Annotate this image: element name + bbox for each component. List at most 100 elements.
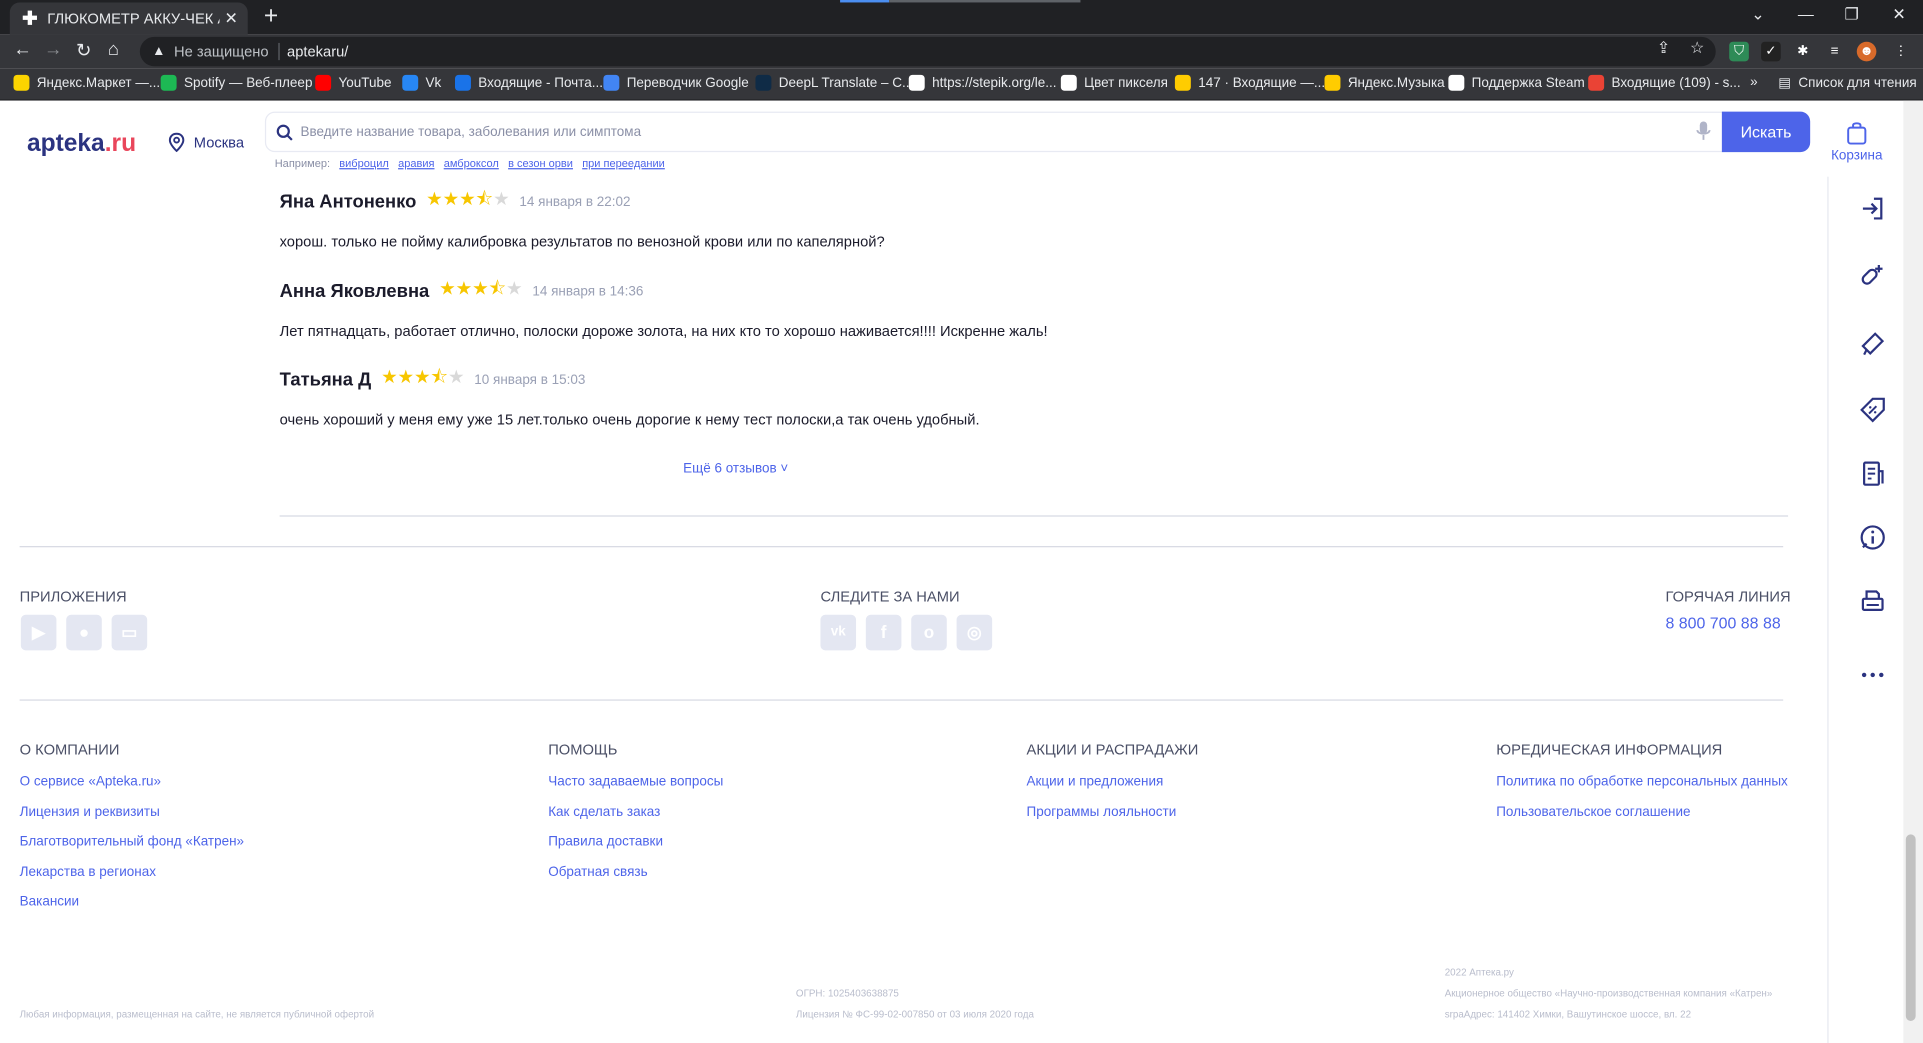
more-reviews-link[interactable]: Ещё 6 отзывов ˅ <box>683 461 788 476</box>
footer-link[interactable]: Лекарства в регионах <box>20 865 156 880</box>
pills-icon[interactable] <box>1858 261 1887 290</box>
bookmark-item[interactable]: DeepL Translate – C... <box>755 74 913 91</box>
example-link[interactable]: в сезон орви <box>508 157 573 169</box>
adblock-shield-icon[interactable]: ⛉ <box>1729 41 1749 62</box>
restore-button[interactable]: ❐ <box>1845 5 1859 25</box>
bookmark-favicon-icon <box>160 74 177 91</box>
scrollbar-thumb[interactable] <box>1905 834 1916 1021</box>
browser-menu-icon[interactable]: ⋮ <box>1891 42 1911 62</box>
bookmark-item[interactable]: YouTube <box>315 74 392 91</box>
profile-avatar[interactable]: ☻ <box>1856 41 1877 62</box>
bookmark-label: Spotify — Веб-плеер <box>183 75 313 91</box>
login-icon[interactable] <box>1858 194 1887 223</box>
apple-icon[interactable]: ● <box>66 614 102 651</box>
site-logo[interactable]: apteka.ru <box>27 130 136 158</box>
footer-link[interactable]: Обратная связь <box>548 865 647 880</box>
document-icon[interactable] <box>1858 459 1887 488</box>
city-selector[interactable]: Москва <box>168 132 244 153</box>
footer-link[interactable]: О сервисе «Apteka.ru» <box>20 774 161 789</box>
bookmark-item[interactable]: 147 · Входящие —... <box>1174 74 1325 91</box>
instagram-icon[interactable]: ◎ <box>956 614 993 651</box>
facebook-icon[interactable]: f <box>865 614 902 651</box>
tab-search-icon[interactable]: ⌄ <box>1751 5 1764 25</box>
example-link[interactable]: аравия <box>398 157 434 169</box>
bookmark-item[interactable]: Spotify — Веб-плеер <box>160 74 313 91</box>
bookmark-label: Входящие (109) - s... <box>1611 75 1741 91</box>
apps-title: ПРИЛОЖЕНИЯ <box>19 587 127 605</box>
warning-icon: ▲ <box>152 44 166 59</box>
megaphone-icon[interactable] <box>1858 329 1887 358</box>
bookmark-item[interactable]: Поддержка Steam <box>1448 74 1585 91</box>
bookmark-favicon-icon <box>1448 74 1465 91</box>
tab-close-icon[interactable]: ✕ <box>225 9 238 29</box>
media-controls-icon[interactable]: ≡ <box>1825 42 1845 62</box>
footer-link[interactable]: Правила доставки <box>548 834 663 849</box>
forward-icon[interactable]: → <box>44 39 62 60</box>
footer-link[interactable]: Акции и предложения <box>1026 774 1163 789</box>
bookmarks-bar: » ▤ Список для чтения Яндекс.Маркет —... S… <box>0 68 1923 101</box>
address-bar[interactable]: ▲ Не защищено aptekaru/ <box>139 36 1716 67</box>
share-icon[interactable]: ⇪ <box>1657 38 1670 58</box>
bookmark-item[interactable]: https://stepik.org/le... <box>908 74 1057 91</box>
home-icon[interactable]: ⌂ <box>108 39 119 60</box>
bookmark-item[interactable]: Переводчик Google <box>603 74 749 91</box>
more-bookmarks-button[interactable]: » <box>1750 75 1758 90</box>
odnoklassniki-icon[interactable]: o <box>911 614 947 651</box>
company-title: О КОМПАНИИ <box>19 741 120 759</box>
reading-list-button[interactable]: ▤ Список для чтения <box>1778 75 1916 90</box>
footer-link[interactable]: Лицензия и реквизиты <box>20 805 160 820</box>
site-header: apteka.ru Москва Искать Например: виброц… <box>0 100 1923 177</box>
google-play-icon[interactable]: ▶ <box>20 614 57 651</box>
example-link[interactable]: амброксол <box>444 157 499 169</box>
review-date: 14 января в 14:36 <box>532 284 644 299</box>
info-icon[interactable] <box>1858 523 1887 552</box>
search-button[interactable]: Искать <box>1721 111 1811 153</box>
bookmark-item[interactable]: Цвет пикселя <box>1060 74 1168 91</box>
footer-link[interactable]: Часто задаваемые вопросы <box>548 774 723 789</box>
example-link[interactable]: виброцил <box>339 157 389 169</box>
footer-link[interactable]: Вакансии <box>20 895 79 910</box>
bookmark-item[interactable]: Входящие - Почта... <box>454 74 603 91</box>
more-dots-icon[interactable] <box>1858 660 1887 689</box>
vk-extension-icon[interactable]: ✓ <box>1761 41 1781 62</box>
footer-link[interactable]: Политика по обработке персональных данны… <box>1496 774 1788 789</box>
bookmark-item[interactable]: Яндекс.Музыка <box>1324 74 1445 91</box>
back-icon[interactable]: ← <box>13 39 31 60</box>
bookmark-item[interactable]: Входящие (109) - s... <box>1588 74 1741 91</box>
example-link[interactable]: при переедании <box>582 157 665 169</box>
bookmark-favicon-icon <box>908 74 925 91</box>
browser-tab[interactable]: ✚ ГЛЮКОМЕТР АККУ-ЧЕК АКТИВ ✕ <box>9 2 248 35</box>
reload-icon[interactable]: ↻ <box>76 39 91 61</box>
browser-toolbar: ← → ↻ ⌂ ▲ Не защищено aptekaru/ ⇪ ☆ ⛉ ✓ … <box>0 34 1923 69</box>
extensions-puzzle-icon[interactable]: ✱ <box>1793 42 1813 62</box>
footer-link[interactable]: Пользовательское соглашение <box>1496 805 1690 820</box>
search-icon <box>276 124 293 141</box>
location-pin-icon <box>168 132 185 153</box>
bookmark-label: https://stepik.org/le... <box>932 75 1057 91</box>
search-input[interactable] <box>300 124 1650 140</box>
disclaimer-text: Любая информация, размещенная на сайте, … <box>19 1008 375 1020</box>
minimize-button[interactable]: — <box>1798 5 1814 23</box>
hotline-phone[interactable]: 8 800 700 88 88 <box>1665 614 1780 632</box>
ogrn-text: ОГРН: 1025403638875 <box>795 987 899 999</box>
new-tab-button[interactable]: + <box>258 4 285 31</box>
app-gallery-icon[interactable]: ▭ <box>111 614 148 651</box>
bookmark-star-icon[interactable]: ☆ <box>1690 38 1704 58</box>
microphone-icon[interactable] <box>1695 120 1712 142</box>
browser-tab-strip: ✚ ГЛЮКОМЕТР АККУ-ЧЕК АКТИВ ✕ + ⌄ — ❐ ✕ <box>0 0 1923 35</box>
footer-link[interactable]: Как сделать заказ <box>548 805 660 820</box>
not-secure-label: Не защищено <box>174 42 269 61</box>
footer-link[interactable]: Благотворительный фонд «Катрен» <box>20 834 244 849</box>
discount-tag-icon[interactable] <box>1858 395 1887 424</box>
footer-link[interactable]: Программы лояльности <box>1026 805 1176 820</box>
vk-icon[interactable]: vk <box>820 614 857 651</box>
bookmark-item[interactable]: Яндекс.Маркет —... <box>13 74 160 91</box>
bookmark-item[interactable]: Vk <box>402 74 441 91</box>
pharmacy-cross-icon: ✚ <box>22 8 38 30</box>
bookmark-favicon-icon <box>315 74 332 91</box>
bookmark-favicon-icon <box>755 74 772 91</box>
close-window-button[interactable]: ✕ <box>1892 5 1905 25</box>
review-text: Лет пятнадцать, работает отлично, полоск… <box>279 322 1048 340</box>
cart-button[interactable]: Корзина <box>1831 120 1883 163</box>
delivery-printer-icon[interactable] <box>1858 587 1887 616</box>
